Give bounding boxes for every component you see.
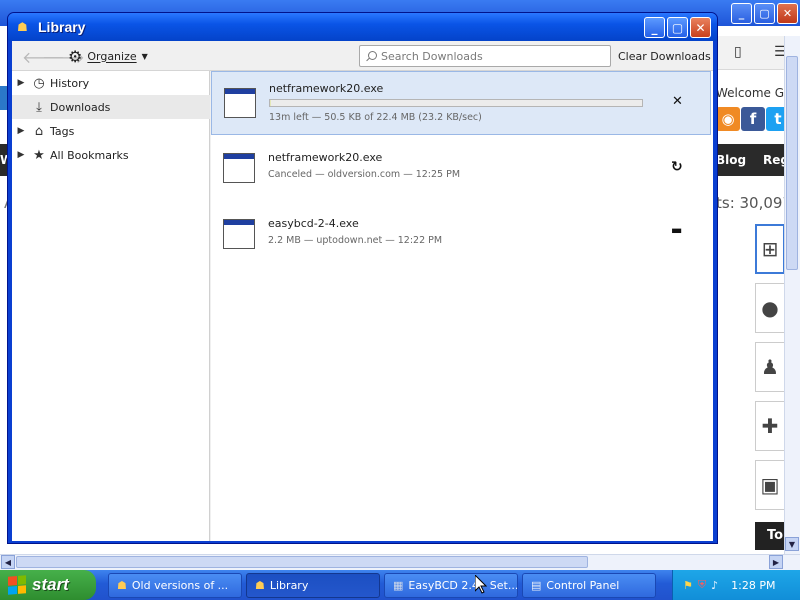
maximize-button[interactable]: ▢ xyxy=(667,17,688,38)
category-apple-icon[interactable]: ● xyxy=(755,283,785,333)
organize-menu-button[interactable]: ⚙ Organize ▼ xyxy=(68,46,148,66)
background-close-button[interactable]: ✕ xyxy=(777,3,798,24)
library-window: ☗ Library _ ▢ ✕ 🡐 🡒 ⚙ Organize ▼ Search … xyxy=(7,12,718,544)
sidebar-item-label: History xyxy=(50,76,90,90)
sidebar-toggle-icon[interactable]: ▯ xyxy=(734,44,742,60)
download-item[interactable]: netframework20.exe Canceled — oldversion… xyxy=(211,137,711,201)
taskbar-button-label: Old versions of ... xyxy=(131,579,229,592)
library-titlebar[interactable]: ☗ Library _ ▢ ✕ xyxy=(8,13,717,41)
cancel-icon[interactable]: ✕ xyxy=(672,94,683,109)
sidebar-item-tags[interactable]: ▶ ⌂ Tags xyxy=(12,119,210,143)
tray-shield-icon[interactable]: ⛨ xyxy=(698,578,706,592)
file-icon xyxy=(223,153,255,183)
rss-icon[interactable]: ◉ xyxy=(716,107,740,131)
taskbar-button-library[interactable]: ☗ Library xyxy=(246,573,380,598)
open-folder-icon[interactable]: ▬ xyxy=(671,223,682,237)
library-toolbar: 🡐 🡒 ⚙ Organize ▼ Search Downloads Clear … xyxy=(12,41,713,71)
download-filename: netframework20.exe xyxy=(269,82,384,95)
chevron-down-icon: ▼ xyxy=(141,51,148,61)
download-item[interactable]: netframework20.exe 13m left — 50.5 KB of… xyxy=(211,71,711,135)
system-tray: ⚑ ⛨ ♪ 1:28 PM xyxy=(672,570,800,600)
download-status: 2.2 MB — uptodown.net — 12:22 PM xyxy=(268,235,443,246)
download-item[interactable]: easybcd-2-4.exe 2.2 MB — uptodown.net — … xyxy=(211,203,711,267)
facebook-icon[interactable]: f xyxy=(741,107,765,131)
taskbar-button-label: Library xyxy=(269,579,309,592)
sidebar-item-label: All Bookmarks xyxy=(50,148,129,162)
download-filename: netframework20.exe xyxy=(268,151,383,164)
sidebar-item-downloads[interactable]: ⤓ Downloads xyxy=(12,95,210,119)
expand-arrow-icon[interactable]: ▶ xyxy=(12,78,30,88)
clear-downloads-button[interactable]: Clear Downloads xyxy=(618,46,711,66)
background-bottom-label: To xyxy=(755,522,785,550)
clock: 1:28 PM xyxy=(731,578,776,592)
firefox-icon: ☗ xyxy=(17,20,28,34)
file-icon xyxy=(224,88,256,118)
category-android-icon[interactable]: ▣ xyxy=(755,460,785,510)
star-icon: ★ xyxy=(33,147,45,163)
tray-security-icon[interactable]: ⚑ xyxy=(683,579,693,592)
close-button[interactable]: ✕ xyxy=(690,17,711,38)
sidebar-item-label: Tags xyxy=(50,124,75,138)
scroll-down-arrow-icon[interactable]: ▼ xyxy=(785,537,799,551)
tray-volume-icon[interactable]: ♪ xyxy=(711,579,718,592)
library-sidebar: ▶ ◷ History ⤓ Downloads ▶ ⌂ Tags ▶ ★ All… xyxy=(12,71,210,541)
background-minimize-button[interactable]: _ xyxy=(731,3,752,24)
download-filename: easybcd-2-4.exe xyxy=(268,217,359,230)
expand-arrow-icon[interactable]: ▶ xyxy=(12,126,30,136)
category-windows-icon[interactable]: ⊞ xyxy=(755,224,785,274)
sidebar-item-all-bookmarks[interactable]: ▶ ★ All Bookmarks xyxy=(12,143,210,167)
downloads-list: netframework20.exe 13m left — 50.5 KB of… xyxy=(211,71,713,541)
taskbar-button-label: EasyBCD 2.4 - Set... xyxy=(408,579,518,592)
search-downloads-input[interactable]: Search Downloads xyxy=(359,45,611,67)
minimize-button[interactable]: _ xyxy=(644,17,665,38)
search-placeholder: Search Downloads xyxy=(381,49,483,63)
clock-icon: ◷ xyxy=(33,75,45,91)
file-icon xyxy=(223,219,255,249)
category-games-icon[interactable]: ✚ xyxy=(755,401,785,451)
background-vertical-scroll-thumb[interactable] xyxy=(786,56,798,270)
taskbar-button-control-panel[interactable]: ▤ Control Panel xyxy=(522,573,656,598)
download-progress-fill xyxy=(270,100,271,106)
download-progress-bar xyxy=(269,99,643,107)
nav-item-blog[interactable]: Blog xyxy=(716,153,746,167)
windows-flag-icon xyxy=(8,575,26,595)
firefox-icon: ☗ xyxy=(255,579,265,592)
download-status: Canceled — oldversion.com — 12:25 PM xyxy=(268,169,461,180)
library-title: Library xyxy=(38,19,86,35)
visitor-stats: ts: 30,097 xyxy=(716,194,793,212)
taskbar-button-old-versions[interactable]: ☗ Old versions of ... xyxy=(108,573,242,598)
category-linux-icon[interactable]: ♟ xyxy=(755,342,785,392)
organize-label: Organize xyxy=(87,49,137,63)
gear-icon: ⚙ xyxy=(68,46,83,66)
background-horizontal-scroll-thumb[interactable] xyxy=(16,556,588,568)
tag-icon: ⌂ xyxy=(34,123,44,139)
sidebar-item-history[interactable]: ▶ ◷ History xyxy=(12,71,210,95)
download-status: 13m left — 50.5 KB of 22.4 MB (23.2 KB/s… xyxy=(269,112,482,123)
firefox-icon: ☗ xyxy=(117,579,127,592)
expand-arrow-icon[interactable]: ▶ xyxy=(12,150,30,160)
control-panel-icon: ▤ xyxy=(531,579,542,592)
taskbar-button-label: Control Panel xyxy=(546,579,620,592)
mouse-cursor-icon xyxy=(475,575,487,594)
background-maximize-button[interactable]: ▢ xyxy=(754,3,775,24)
library-body: 🡐 🡒 ⚙ Organize ▼ Search Downloads Clear … xyxy=(12,41,713,541)
scroll-right-arrow-icon[interactable]: ▶ xyxy=(769,555,783,569)
taskbar-button-easybcd[interactable]: ▦ EasyBCD 2.4 - Set... xyxy=(384,573,518,598)
retry-icon[interactable]: ↻ xyxy=(671,159,683,175)
start-label: start xyxy=(32,575,69,594)
download-icon: ⤓ xyxy=(36,99,42,115)
setup-icon: ▦ xyxy=(393,579,404,592)
start-button[interactable]: start xyxy=(0,570,96,600)
search-icon xyxy=(366,50,377,62)
taskbar: start ☗ Old versions of ... ☗ Library ▦ … xyxy=(0,570,800,600)
sidebar-item-label: Downloads xyxy=(50,100,111,114)
scroll-left-arrow-icon[interactable]: ◀ xyxy=(1,555,15,569)
